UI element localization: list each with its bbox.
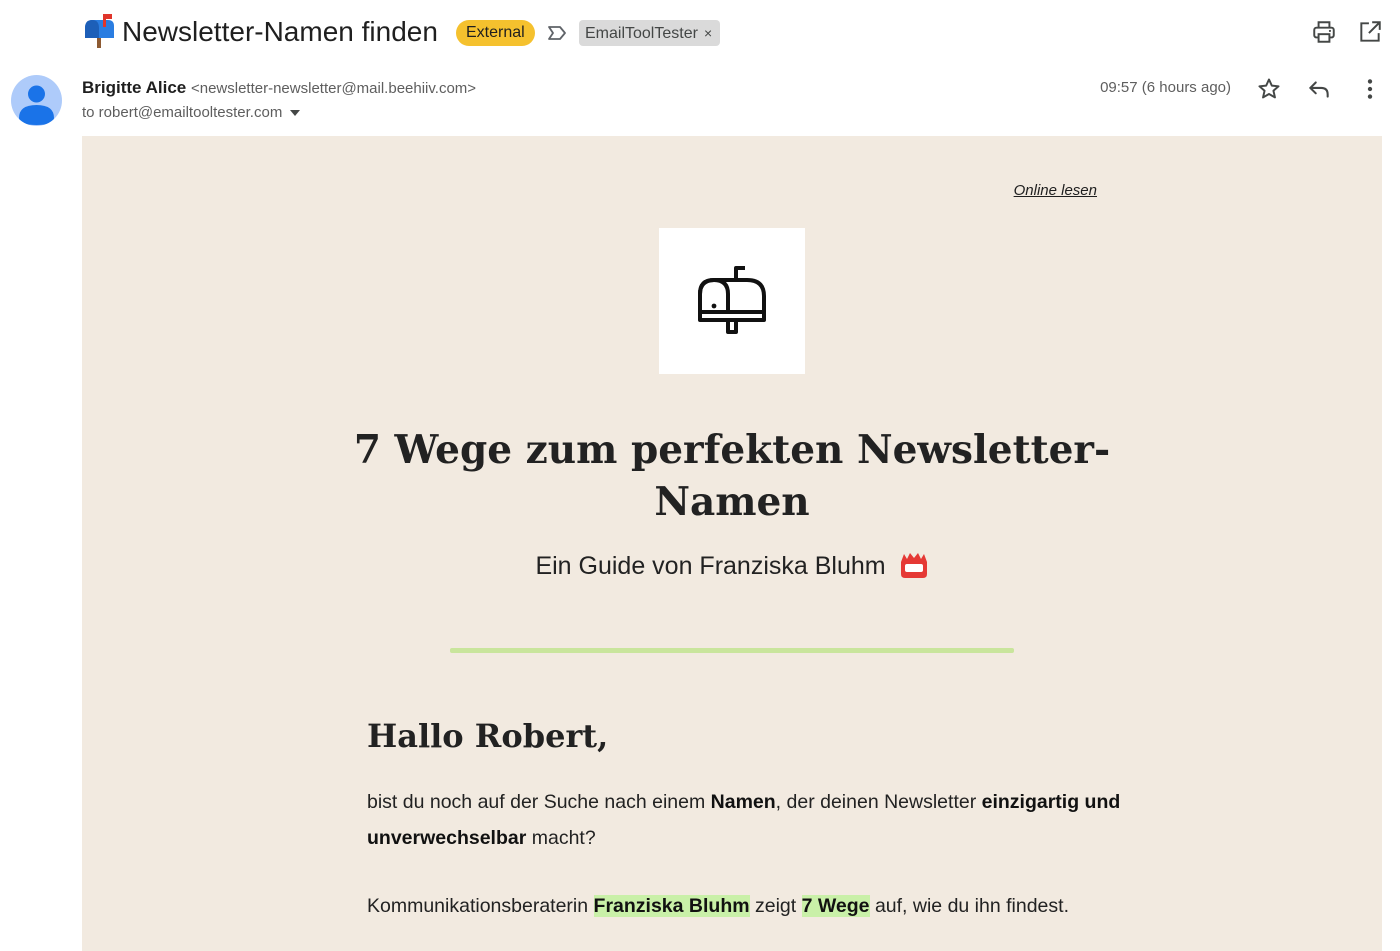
reply-icon[interactable] [1306, 76, 1332, 102]
label-important-icon[interactable] [546, 22, 568, 44]
name-badge-emoji-icon [900, 553, 927, 578]
label-chip-text: EmailToolTester [585, 25, 698, 42]
mailbox-logo-icon [698, 266, 766, 334]
more-options-icon[interactable] [1357, 76, 1383, 102]
newsletter-headline: 7 Wege zum perfekten Newsletter-Namen [353, 427, 1111, 525]
sender-line: Brigitte Alice <newsletter-newsletter@ma… [82, 76, 476, 101]
avatar[interactable] [11, 75, 62, 126]
p2-text-3: auf, wie du ihn findest. [869, 895, 1069, 917]
subject-bar: Newsletter-Namen finden External EmailTo… [0, 0, 1400, 66]
greeting-heading: Hallo Robert, [367, 717, 609, 755]
p2-text-1: Kommunikationsberaterin [367, 895, 594, 917]
person-icon [19, 85, 54, 125]
star-icon[interactable] [1256, 76, 1282, 102]
highlight-author-name: Franziska Bluhm [593, 895, 750, 917]
recipient-text: to robert@emailtooltester.com [82, 104, 283, 121]
email-subject-title: Newsletter-Namen finden [122, 16, 438, 47]
p1-text-1: bist du noch auf der Suche nach einem [367, 791, 711, 813]
author-paragraph: Kommunikationsberaterin Franziska Bluhm … [367, 888, 1167, 924]
label-chip-emailtooltester: EmailToolTester × [579, 20, 721, 46]
intro-paragraph: bist du noch auf der Suche nach einem Na… [367, 784, 1127, 856]
caret-down-icon[interactable] [290, 110, 301, 117]
newsletter-logo [659, 228, 805, 374]
subheadline-text: Ein Guide von Franziska Bluhm [535, 552, 886, 580]
print-icon[interactable] [1311, 19, 1337, 45]
p2-text-2: zeigt [749, 895, 802, 917]
mailbox-emoji-icon [85, 14, 114, 48]
highlight-7-wege: 7 Wege [801, 895, 870, 917]
p1-text-3: macht? [526, 827, 596, 849]
external-badge: External [456, 20, 535, 46]
p1-bold-namen: Namen [710, 791, 776, 813]
sender-email: <newsletter-newsletter@mail.beehiiv.com> [190, 80, 477, 97]
recipient-details-toggle[interactable]: to robert@emailtooltester.com [82, 102, 301, 124]
email-timestamp: 09:57 (6 hours ago) [1100, 79, 1231, 96]
online-lesen-link[interactable]: Online lesen [1013, 182, 1097, 199]
p1-text-2: , der deinen Newsletter [775, 791, 982, 813]
email-content: Online lesen 7 Wege zum perfekten Newsle… [82, 136, 1382, 951]
remove-label-icon[interactable]: × [704, 25, 712, 41]
divider [450, 648, 1014, 653]
open-in-new-window-icon[interactable] [1357, 19, 1383, 45]
sender-name[interactable]: Brigitte Alice [82, 78, 186, 97]
newsletter-subheadline: Ein Guide von Franziska Bluhm [382, 548, 1082, 584]
